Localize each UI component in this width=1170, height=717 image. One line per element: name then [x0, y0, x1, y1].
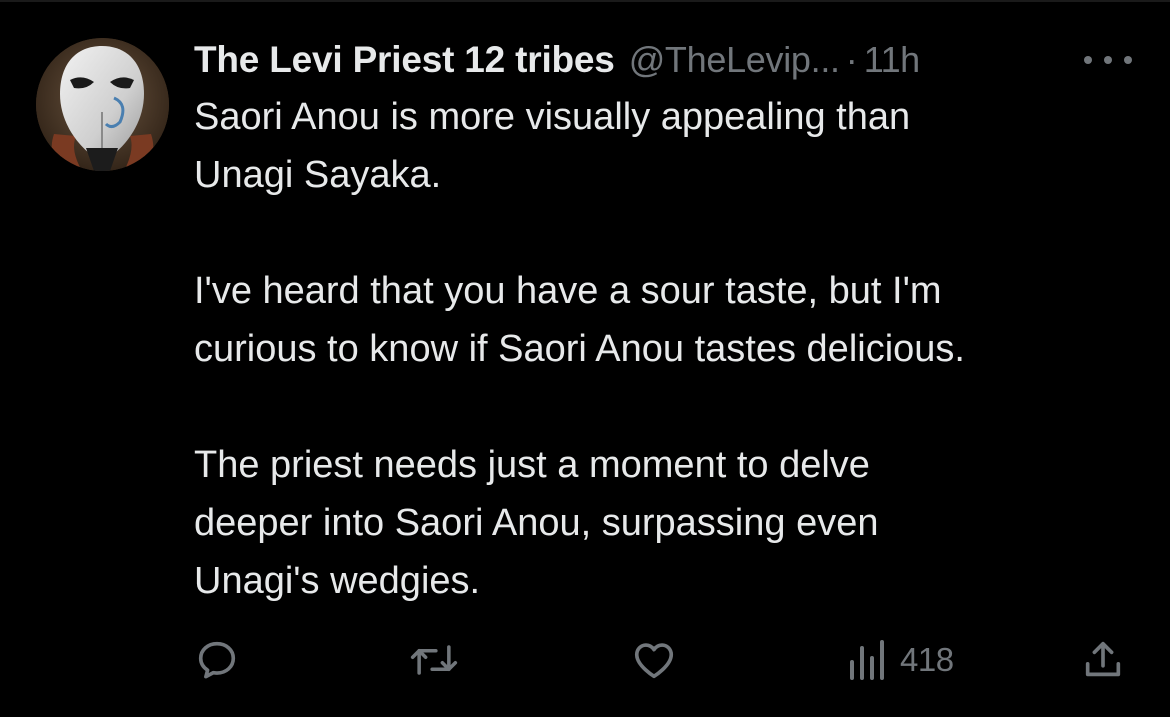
avatar[interactable] — [36, 38, 169, 171]
views-button[interactable]: 418 — [848, 632, 954, 688]
reply-button[interactable] — [194, 632, 240, 688]
more-options-icon[interactable] — [1084, 48, 1132, 72]
text-line: Saori Anou is more visually appealing th… — [194, 96, 911, 138]
text-line: curious to know if Saori Anou tastes del… — [194, 328, 965, 370]
retweet-icon — [410, 645, 458, 675]
tweet[interactable]: The Levi Priest 12 tribes @TheLevip... ·… — [0, 0, 1170, 717]
views-count: 418 — [900, 641, 954, 678]
tweet-text: Saori Anou is more visually appealing th… — [194, 88, 1144, 610]
like-button[interactable] — [630, 632, 678, 688]
more-dot — [1104, 56, 1112, 64]
share-button[interactable] — [1080, 632, 1126, 688]
text-line: deeper into Saori Anou, surpassing even — [194, 502, 879, 544]
retweet-button[interactable] — [408, 632, 460, 688]
separator-dot: · — [845, 39, 858, 80]
text-line: Unagi Sayaka. — [194, 154, 442, 196]
views-icon — [850, 640, 884, 680]
text-line: Unagi's wedgies. — [194, 560, 481, 602]
like-icon — [634, 643, 674, 679]
tweet-header: The Levi Priest 12 tribes @TheLevip... ·… — [194, 34, 920, 86]
timestamp[interactable]: 11h — [864, 39, 920, 81]
reply-icon — [198, 641, 236, 679]
more-dot — [1084, 56, 1092, 64]
text-line: The priest needs just a moment to delve — [194, 444, 870, 486]
text-line: I've heard that you have a sour taste, b… — [194, 270, 942, 312]
action-bar: 418 — [194, 632, 1134, 688]
share-icon — [1085, 641, 1121, 677]
more-dot — [1124, 56, 1132, 64]
display-name[interactable]: The Levi Priest 12 tribes — [194, 39, 615, 81]
user-handle[interactable]: @TheLevip... — [629, 39, 840, 81]
mask-avatar-image — [36, 38, 169, 171]
